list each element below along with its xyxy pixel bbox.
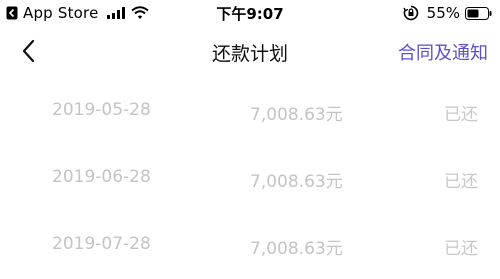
repayment-schedule-list: 2019-05-28 7,008.63元 已还 2019-06-28 7,008… bbox=[0, 78, 500, 279]
battery-percentage: 55% bbox=[426, 4, 460, 22]
schedule-row[interactable]: 2019-07-28 7,008.63元 已还 bbox=[0, 212, 500, 279]
navigation-bar: 还款计划 合同及通知 bbox=[0, 26, 500, 76]
contract-notice-link[interactable]: 合同及通知 bbox=[398, 39, 488, 65]
status-bar: App Store 下午9:07 55% bbox=[0, 0, 500, 26]
schedule-status: 已还 bbox=[444, 105, 478, 125]
battery-icon bbox=[465, 6, 492, 20]
schedule-status: 已还 bbox=[444, 172, 478, 192]
status-right: 55% bbox=[403, 3, 492, 23]
orientation-lock-icon bbox=[403, 5, 418, 21]
schedule-amount: 7,008.63元 bbox=[250, 172, 343, 192]
schedule-row[interactable]: 2019-05-28 7,008.63元 已还 bbox=[0, 78, 500, 145]
schedule-date: 2019-06-28 bbox=[52, 167, 151, 187]
schedule-date: 2019-07-28 bbox=[52, 234, 151, 254]
schedule-status: 已还 bbox=[444, 239, 478, 259]
schedule-row[interactable]: 2019-06-28 7,008.63元 已还 bbox=[0, 145, 500, 212]
schedule-date: 2019-05-28 bbox=[52, 100, 151, 120]
schedule-amount: 7,008.63元 bbox=[250, 105, 343, 125]
schedule-amount: 7,008.63元 bbox=[250, 239, 343, 259]
